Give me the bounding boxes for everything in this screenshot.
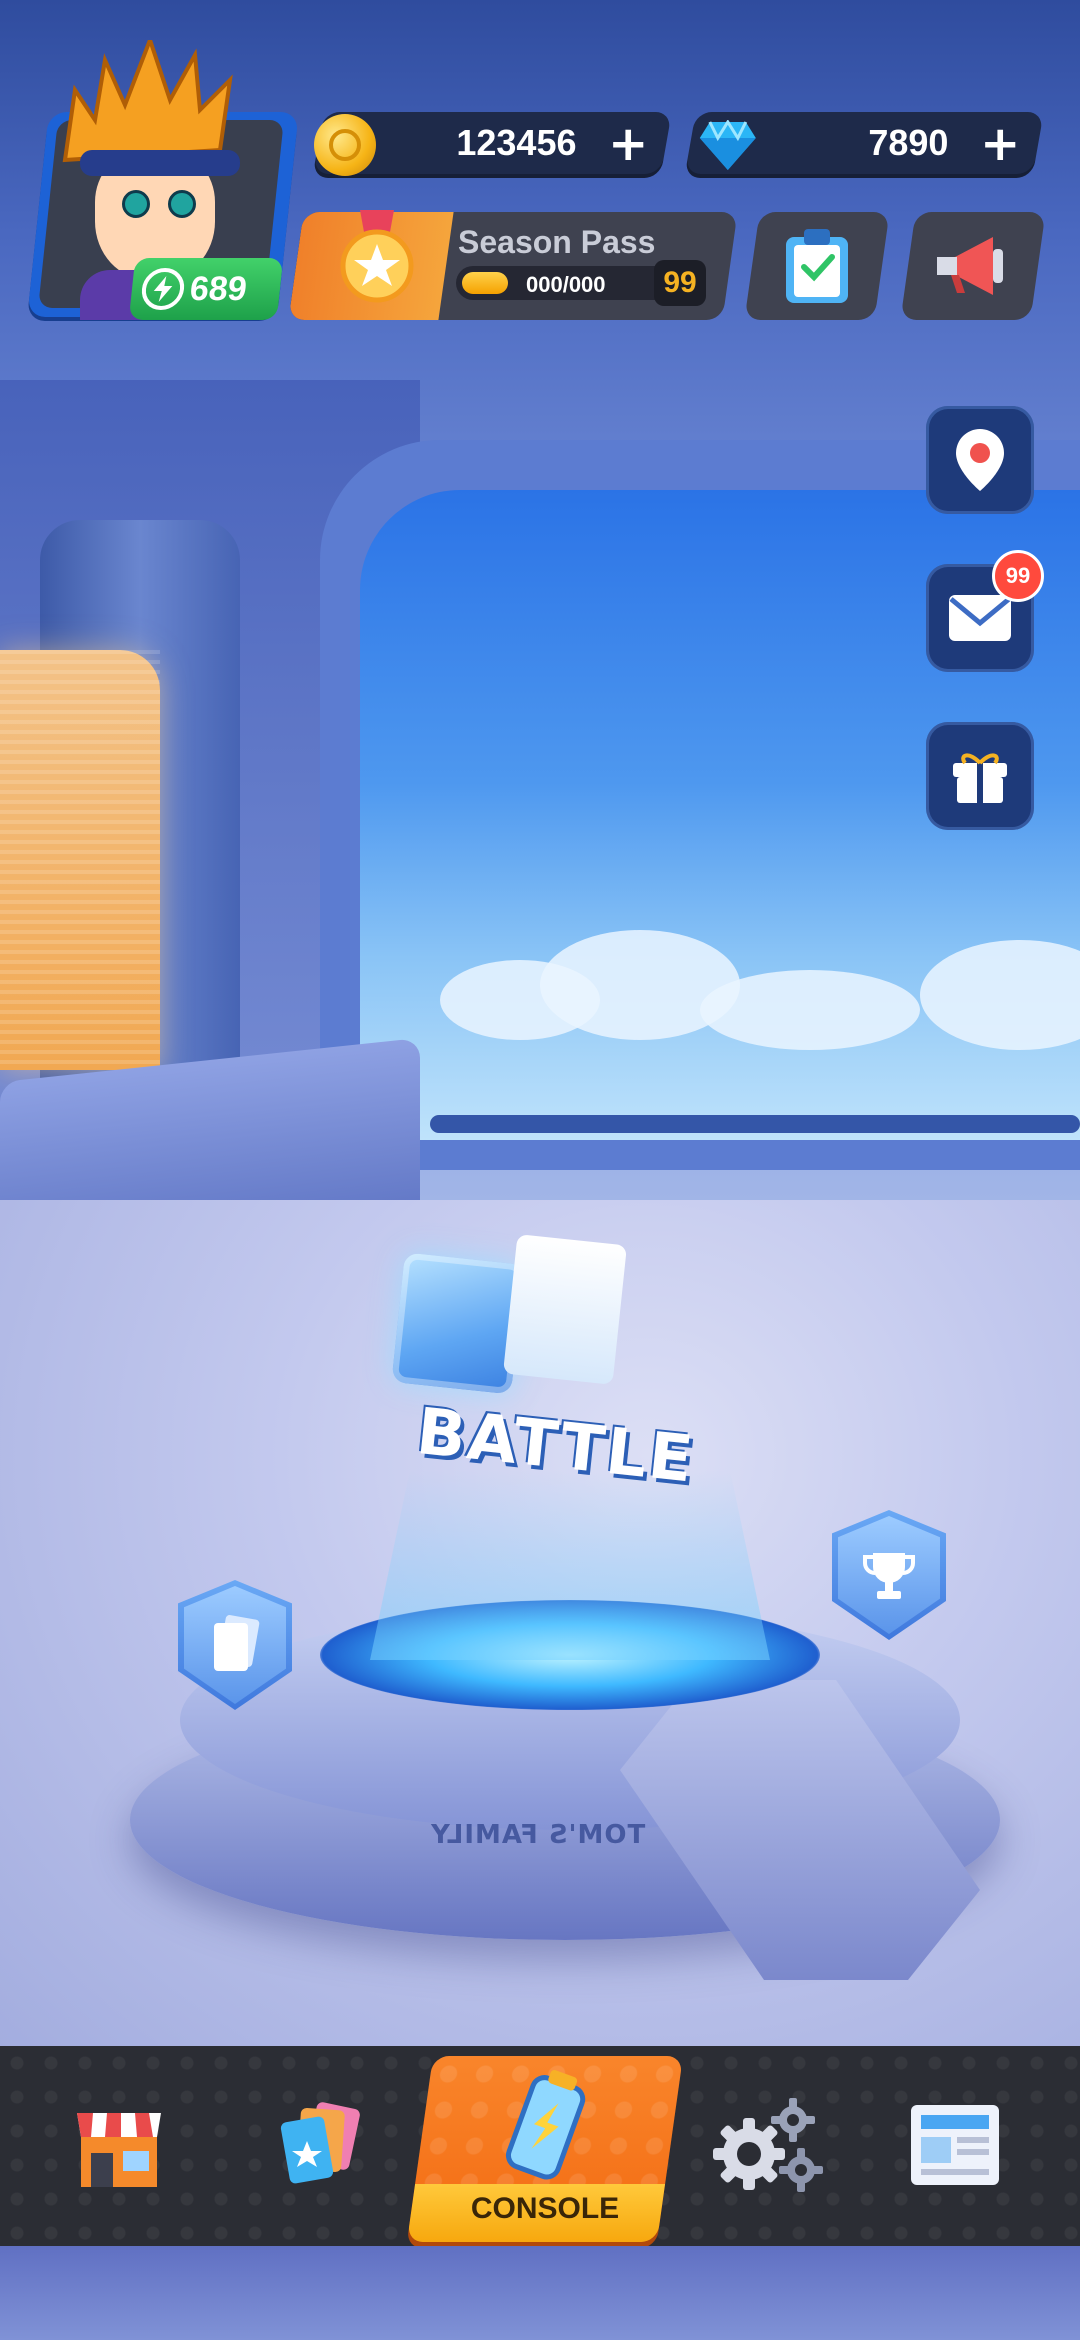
shop-icon bbox=[77, 2113, 161, 2187]
nav-shop[interactable] bbox=[44, 2070, 194, 2220]
gears-icon bbox=[713, 2098, 823, 2192]
battle-cube-button[interactable]: BATTLE bbox=[374, 1223, 757, 1588]
season-level: 99 bbox=[654, 260, 706, 306]
mail-button[interactable]: 99 bbox=[926, 550, 1044, 672]
avatar-eye-right bbox=[168, 190, 196, 218]
avatar-headband bbox=[80, 150, 240, 176]
add-gems-button[interactable]: + bbox=[980, 116, 1020, 172]
bottom-safe-area bbox=[0, 2246, 1080, 2340]
gem-icon bbox=[699, 120, 756, 170]
energy-badge: 689 bbox=[128, 258, 284, 320]
energy-value: 689 bbox=[188, 269, 249, 308]
glowing-poster bbox=[0, 650, 160, 1070]
trophy-icon bbox=[863, 1553, 915, 1599]
coin-icon bbox=[314, 114, 376, 176]
tasks-button[interactable] bbox=[744, 212, 890, 320]
season-progress-fill bbox=[462, 272, 508, 294]
medal-icon bbox=[340, 210, 414, 303]
nav-news[interactable] bbox=[880, 2070, 1030, 2220]
energy-bolt-icon bbox=[139, 268, 187, 310]
coin-counter: 123456 + bbox=[312, 112, 672, 178]
announcement-button[interactable] bbox=[900, 212, 1046, 320]
nav-cards[interactable] bbox=[246, 2070, 396, 2220]
gift-button[interactable] bbox=[926, 722, 1034, 830]
location-button[interactable] bbox=[926, 406, 1034, 514]
season-progress-text: 000/000 bbox=[526, 272, 606, 297]
console-battery-icon bbox=[505, 2070, 586, 2180]
cards-icon bbox=[214, 1615, 260, 1671]
platform-family-text: TOM'S FAMILY bbox=[430, 1820, 646, 1850]
newspaper-icon bbox=[911, 2105, 999, 2185]
season-pass-title: Season Pass bbox=[458, 224, 656, 260]
mail-icon bbox=[949, 595, 1011, 641]
avatar-eye-left bbox=[122, 190, 150, 218]
cards-deck-icon bbox=[280, 2102, 360, 2184]
nav-settings[interactable] bbox=[690, 2070, 840, 2220]
gem-counter: 7890 + bbox=[684, 112, 1044, 178]
battle-label: BATTLE bbox=[413, 1394, 699, 1498]
nav-console-label: CONSOLE bbox=[470, 2192, 620, 2225]
window-rail bbox=[430, 1115, 1080, 1133]
location-pin-icon bbox=[956, 429, 1004, 491]
gem-value: 7890 bbox=[868, 122, 949, 163]
clipboard-icon bbox=[786, 229, 848, 303]
coin-value: 123456 bbox=[456, 122, 577, 163]
megaphone-icon bbox=[937, 237, 1003, 295]
mail-badge: 99 bbox=[992, 550, 1044, 602]
gift-icon bbox=[953, 753, 1007, 803]
add-coins-button[interactable]: + bbox=[608, 116, 648, 172]
